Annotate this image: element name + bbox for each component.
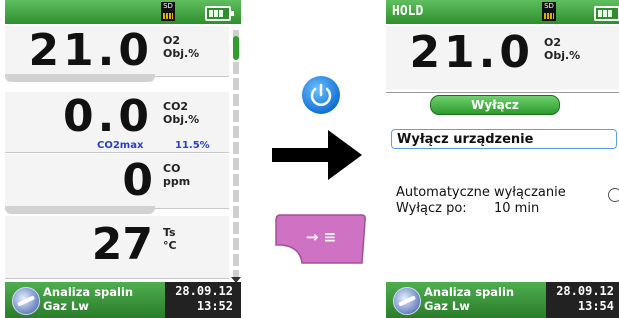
co2max-label: CO2max — [97, 140, 144, 151]
reading-value: 0 — [122, 155, 153, 206]
reading-panel-ts[interactable]: 27 Ts °C — [5, 216, 229, 279]
power-icon — [302, 76, 340, 114]
reading-panel-co[interactable]: 0 CO ppm — [5, 154, 229, 214]
scrollbar-thumb[interactable] — [233, 36, 239, 60]
scrollbar[interactable] — [233, 30, 239, 278]
status-bar: HOLD SD — [386, 0, 619, 24]
co2max-value: 11.5% — [175, 140, 210, 151]
reading-panel-o2: 21.0 O2 Obj.% — [386, 26, 619, 90]
hold-label: HOLD — [392, 4, 424, 19]
bottom-bar: Analiza spalin Gaz Lw 28.09.12 13:54 — [386, 282, 619, 318]
auto-shutdown-item[interactable]: Automatyczne wyłączanie — [396, 185, 566, 200]
analysis-mode-label: Analiza spalin Gaz Lw — [43, 285, 134, 313]
dialog-title: Wyłącz — [430, 95, 560, 115]
sd-card-icon: SD — [542, 2, 556, 21]
right-device-screen: HOLD SD 21.0 O2 Obj.% Wyłącz Wyłącz urzą… — [386, 0, 619, 318]
analysis-mode-label: Analiza spalin Gaz Lw — [424, 285, 515, 313]
reading-unit: O2 Obj.% — [163, 34, 200, 60]
reading-value: 21.0 — [409, 27, 534, 78]
reading-value: 21.0 — [28, 25, 153, 76]
reading-value: 27 — [91, 219, 153, 270]
fuel-gas-icon — [393, 287, 421, 315]
datetime: 28.09.12 13:52 — [175, 284, 233, 313]
reading-panel-o2[interactable]: 21.0 O2 Obj.% — [5, 25, 229, 82]
reading-value: 0.0 — [63, 91, 153, 142]
reading-unit: O2 Obj.% — [544, 36, 581, 62]
battery-icon — [594, 6, 619, 21]
sd-card-icon: SD — [161, 2, 175, 21]
shutdown-after-label: Wyłącz po: — [396, 201, 467, 216]
shutdown-dialog: Wyłącz Wyłącz urządzenie Automatyczne wy… — [386, 92, 619, 283]
fuel-gas-icon — [12, 287, 40, 315]
auto-shutdown-radio[interactable] — [608, 188, 619, 202]
reading-panel-co2[interactable]: 0.0 CO2 Obj.% CO2max 11.5% — [5, 92, 229, 153]
status-bar: SD — [5, 0, 241, 24]
bottom-bar: Analiza spalin Gaz Lw 28.09.12 13:52 — [5, 282, 241, 318]
datetime: 28.09.12 13:54 — [556, 284, 614, 313]
reading-unit: CO ppm — [163, 162, 191, 188]
right-arrow-icon — [272, 130, 362, 180]
key-symbol: → ≡ — [306, 228, 336, 246]
shutdown-after-value[interactable]: 10 min — [494, 201, 539, 216]
reading-unit: CO2 Obj.% — [163, 100, 200, 126]
enter-menu-key-icon: → ≡ — [275, 214, 366, 264]
reading-unit: Ts °C — [163, 226, 177, 252]
shutdown-device-item[interactable]: Wyłącz urządzenie — [391, 129, 617, 149]
battery-icon — [205, 6, 234, 21]
left-device-screen: SD 21.0 O2 Obj.% 0.0 CO2 Obj.% CO2max 11… — [5, 0, 241, 318]
